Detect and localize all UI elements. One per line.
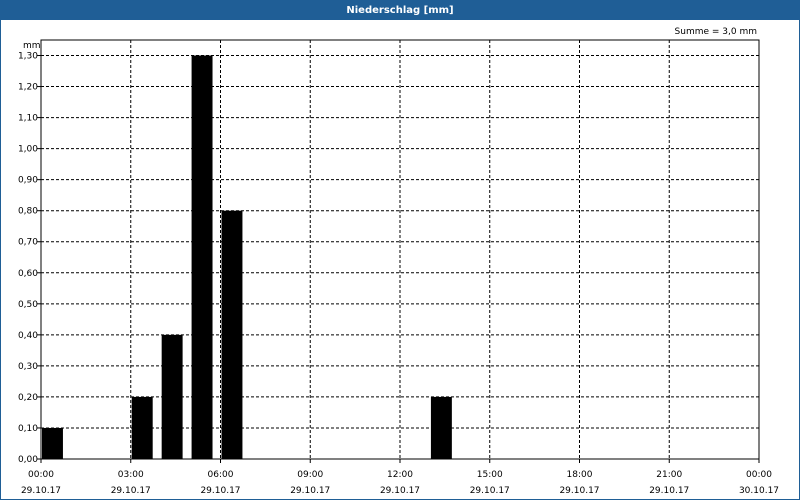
- x-tick-date-label: 29.10.17: [559, 486, 599, 496]
- y-tick-label: 1,30: [18, 52, 38, 62]
- y-axis-label: mm: [23, 41, 41, 51]
- y-tick-label: 0,10: [18, 424, 38, 434]
- precipitation-chart: Summe = 3,0 mm mm 0,000,100,200,300,400,…: [18, 27, 779, 496]
- y-tick-label: 0,40: [18, 331, 38, 341]
- x-tick-time-label: 00:00: [746, 470, 772, 480]
- precipitation-bar: [430, 396, 452, 459]
- x-tick-date-label: 29.10.17: [111, 486, 151, 496]
- x-tick-date-label: 29.10.17: [649, 486, 689, 496]
- y-tick-label: 0,20: [18, 393, 38, 403]
- x-tick-time-label: 00:00: [28, 470, 54, 480]
- y-tick-label: 0,50: [18, 300, 38, 310]
- x-tick-date-label: 29.10.17: [21, 486, 61, 496]
- x-tick-time-label: 15:00: [477, 470, 503, 480]
- x-tick-time-label: 06:00: [208, 470, 234, 480]
- y-tick-label: 0,70: [18, 238, 38, 248]
- y-tick-label: 0,30: [18, 362, 38, 372]
- precipitation-bar: [161, 334, 183, 459]
- sum-annotation: Summe = 3,0 mm: [675, 27, 757, 37]
- y-tick-labels: 0,00 0,10 0,20 0,30 0,40 0,50 0,60 0,70 0,80 0,90…: [18, 52, 38, 465]
- bars: [42, 55, 452, 459]
- x-tick-labels: 00:00 29.10.17 03:00 29.10.17 06:00 29.10.17 0…: [21, 470, 779, 496]
- x-tick-time-label: 03:00: [118, 470, 144, 480]
- y-tick-label: 1,10: [18, 114, 38, 124]
- y-tick-label: 0,60: [18, 269, 38, 279]
- x-tick-date-label: 29.10.17: [200, 486, 240, 496]
- x-tick-time-label: 21:00: [656, 470, 682, 480]
- x-tick-date-label: 30.10.17: [739, 486, 779, 496]
- precipitation-bar: [221, 210, 243, 459]
- precipitation-bar: [191, 55, 213, 459]
- precipitation-bar: [42, 427, 63, 459]
- x-tick-date-label: 29.10.17: [470, 486, 510, 496]
- x-tick-date-label: 29.10.17: [290, 486, 330, 496]
- y-tick-label: 0,80: [18, 207, 38, 217]
- x-tick-time-label: 18:00: [567, 470, 593, 480]
- y-tick-label: 1,00: [18, 145, 38, 155]
- x-tick-date-label: 29.10.17: [380, 486, 420, 496]
- y-tick-label: 0,00: [18, 455, 38, 465]
- precipitation-bar: [131, 396, 153, 459]
- x-tick-time-label: 12:00: [387, 470, 413, 480]
- y-tick-label: 0,90: [18, 176, 38, 186]
- y-tick-label: 1,20: [18, 83, 38, 93]
- x-tick-time-label: 09:00: [297, 470, 323, 480]
- grid-lines: [41, 40, 759, 459]
